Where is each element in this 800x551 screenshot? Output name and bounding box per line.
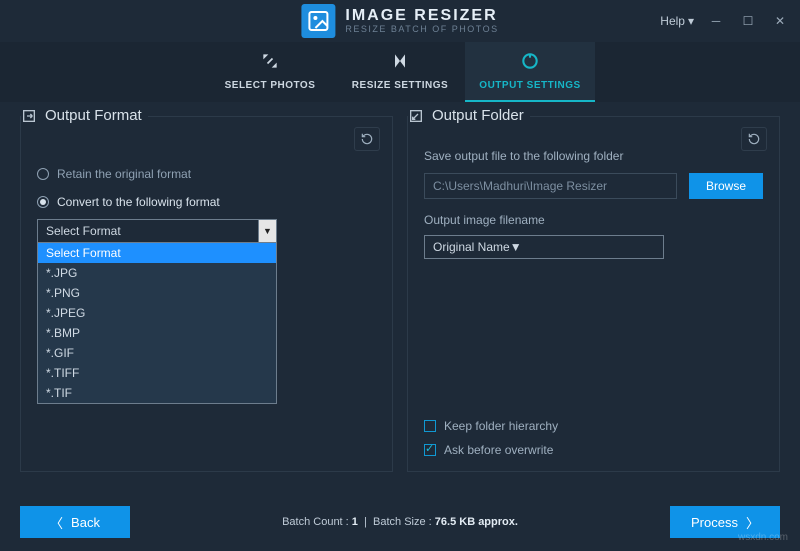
filename-label: Output image filename: [424, 213, 763, 227]
format-select[interactable]: Select Format ▼ Select Format *.JPG *.PN…: [37, 219, 277, 243]
dropdown-option[interactable]: *.GIF: [38, 343, 276, 363]
batch-count-label: Batch Count :: [282, 516, 349, 528]
tab-output-settings[interactable]: OUTPUT SETTINGS: [465, 42, 595, 102]
folder-icon: [408, 108, 424, 124]
radio-icon: [37, 168, 49, 180]
dropdown-option[interactable]: *.JPG: [38, 263, 276, 283]
output-icon: [520, 51, 540, 76]
minimize-button[interactable]: ─: [706, 11, 726, 31]
tab-resize-settings[interactable]: RESIZE SETTINGS: [335, 42, 465, 102]
radio-label: Convert to the following format: [57, 195, 220, 209]
output-path-input[interactable]: C:\Users\Madhuri\Image Resizer: [424, 173, 677, 199]
expand-icon: [260, 51, 280, 76]
app-logo-icon: [301, 4, 335, 38]
keep-hierarchy-checkbox[interactable]: Keep folder hierarchy: [424, 419, 763, 433]
output-folder-panel: Output Folder Save output file to the fo…: [407, 116, 780, 472]
maximize-button[interactable]: ☐: [738, 11, 758, 31]
browse-button[interactable]: Browse: [689, 173, 763, 199]
app-subtitle: RESIZE BATCH OF PHOTOS: [345, 25, 498, 35]
batch-size-value: 76.5 KB approx.: [435, 516, 518, 528]
ask-overwrite-checkbox[interactable]: Ask before overwrite: [424, 443, 763, 457]
radio-icon: [37, 196, 49, 208]
help-link[interactable]: Help ▾: [660, 14, 694, 28]
format-dropdown: Select Format *.JPG *.PNG *.JPEG *.BMP *…: [37, 242, 277, 404]
reset-folder-button[interactable]: [741, 127, 767, 151]
tab-label: OUTPUT SETTINGS: [479, 80, 580, 91]
checkbox-icon: [424, 444, 436, 456]
chevron-down-icon: ▾: [688, 14, 694, 28]
dropdown-option[interactable]: *.BMP: [38, 323, 276, 343]
chevron-left-icon: 〈: [50, 513, 63, 532]
output-path-value: C:\Users\Madhuri\Image Resizer: [433, 179, 607, 193]
select-value: Original Name: [433, 240, 510, 254]
dropdown-option[interactable]: *.TIFF: [38, 363, 276, 383]
panel-title: Output Format: [45, 107, 142, 124]
panel-title: Output Folder: [432, 107, 524, 124]
output-format-panel: Output Format Retain the original format…: [20, 116, 393, 472]
title-bar: IMAGE RESIZER RESIZE BATCH OF PHOTOS Hel…: [0, 0, 800, 42]
app-logo-block: IMAGE RESIZER RESIZE BATCH OF PHOTOS: [301, 4, 498, 38]
batch-count-value: 1: [352, 516, 358, 528]
process-label: Process: [691, 515, 738, 530]
close-button[interactable]: ✕: [770, 11, 790, 31]
tab-label: RESIZE SETTINGS: [352, 80, 448, 91]
dropdown-arrow-icon: ▼: [510, 240, 522, 254]
batch-info: Batch Count : 1 | Batch Size : 76.5 KB a…: [282, 516, 518, 528]
checkbox-icon: [424, 420, 436, 432]
tab-select-photos[interactable]: SELECT PHOTOS: [205, 42, 335, 102]
dropdown-option[interactable]: *.JPEG: [38, 303, 276, 323]
app-title: IMAGE RESIZER: [345, 7, 498, 25]
back-button[interactable]: 〈 Back: [20, 506, 130, 538]
radio-label: Retain the original format: [57, 167, 191, 181]
watermark: wsxdn.com: [738, 532, 788, 543]
tabs-row: SELECT PHOTOS RESIZE SETTINGS OUTPUT SET…: [0, 42, 800, 102]
back-label: Back: [71, 515, 100, 530]
select-value: Select Format: [46, 224, 121, 238]
checkbox-label: Ask before overwrite: [444, 443, 553, 457]
export-icon: [21, 108, 37, 124]
tab-label: SELECT PHOTOS: [225, 80, 316, 91]
radio-convert-format[interactable]: Convert to the following format: [37, 195, 376, 209]
dropdown-option[interactable]: Select Format: [38, 243, 276, 263]
footer-bar: 〈 Back Batch Count : 1 | Batch Size : 76…: [0, 493, 800, 551]
help-label: Help: [660, 14, 685, 28]
checkbox-label: Keep folder hierarchy: [444, 419, 558, 433]
chevron-right-icon: 〉: [746, 513, 759, 532]
reset-format-button[interactable]: [354, 127, 380, 151]
dropdown-arrow-icon: ▼: [258, 220, 276, 242]
radio-retain-original[interactable]: Retain the original format: [37, 167, 376, 181]
dropdown-option[interactable]: *.TIF: [38, 383, 276, 403]
filename-select[interactable]: Original Name ▼: [424, 235, 664, 259]
save-folder-label: Save output file to the following folder: [424, 149, 763, 163]
dropdown-option[interactable]: *.PNG: [38, 283, 276, 303]
batch-size-label: Batch Size :: [373, 516, 432, 528]
resize-icon: [390, 51, 410, 76]
